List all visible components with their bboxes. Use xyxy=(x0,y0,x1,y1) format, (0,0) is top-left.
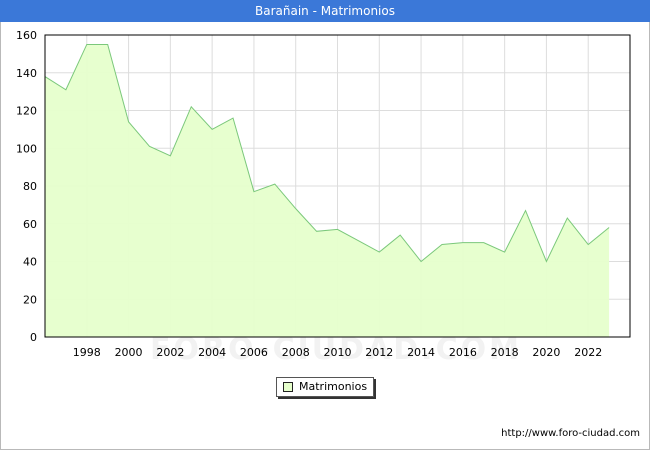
x-tick-label: 2016 xyxy=(449,346,477,359)
y-tick-label: 40 xyxy=(23,256,37,269)
x-tick-label: 2020 xyxy=(532,346,560,359)
y-tick-label: 20 xyxy=(23,293,37,306)
x-tick-label: 1998 xyxy=(73,346,101,359)
x-tick-label: 2000 xyxy=(115,346,143,359)
x-tick-label: 2018 xyxy=(491,346,519,359)
y-tick-label: 100 xyxy=(16,142,37,155)
y-tick-label: 120 xyxy=(16,105,37,118)
x-tick-label: 2004 xyxy=(198,346,226,359)
y-tick-label: 60 xyxy=(23,218,37,231)
x-tick-label: 2006 xyxy=(240,346,268,359)
y-tick-label: 140 xyxy=(16,67,37,80)
area-fill xyxy=(45,44,610,337)
series-area xyxy=(44,43,610,337)
x-tick-label: 2012 xyxy=(365,346,393,359)
x-axis-ticks: 1998 2000 2002 2004 2006 2008 2010 2012 2014 2016… xyxy=(73,346,602,359)
source-url: http://www.foro-ciudad.com xyxy=(501,428,640,439)
legend: Matrimonios xyxy=(276,377,374,397)
x-tick-label: 2022 xyxy=(574,346,602,359)
y-tick-label: 160 xyxy=(16,29,37,42)
x-tick-label: 2008 xyxy=(282,346,310,359)
y-tick-label: 80 xyxy=(23,180,37,193)
x-tick-label: 2002 xyxy=(156,346,184,359)
x-tick-label: 2014 xyxy=(407,346,435,359)
legend-swatch xyxy=(283,382,293,392)
y-tick-label: 0 xyxy=(30,331,37,344)
y-axis-ticks: 0 20 40 60 80 100 120 140 160 xyxy=(16,29,37,344)
legend-label: Matrimonios xyxy=(299,380,368,393)
x-tick-label: 2010 xyxy=(324,346,352,359)
